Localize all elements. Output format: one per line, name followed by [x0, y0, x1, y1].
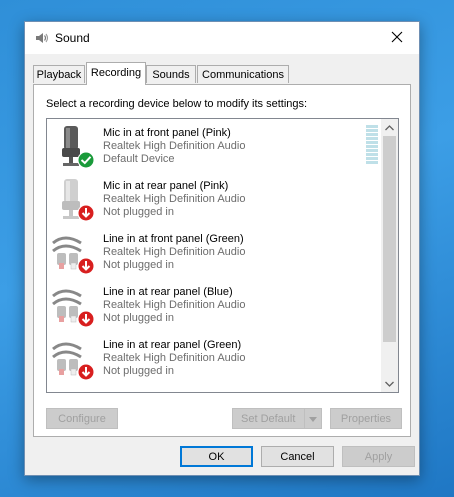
- device-item[interactable]: Line in at front panel (Green) Realtek H…: [51, 227, 361, 280]
- device-item[interactable]: Mic in at rear panel (Pink) Realtek High…: [51, 174, 361, 227]
- scroll-up-button[interactable]: [381, 119, 398, 136]
- scroll-down-button[interactable]: [381, 375, 398, 392]
- tab-recording[interactable]: Recording: [86, 62, 146, 85]
- device-item[interactable]: Line in at rear panel (Blue) Realtek Hig…: [51, 280, 361, 333]
- unplugged-badge-icon: [77, 310, 95, 331]
- device-name: Line in at rear panel (Green): [103, 339, 242, 351]
- device-driver: Realtek High Definition Audio: [103, 140, 246, 152]
- unplugged-badge-icon: [77, 204, 95, 225]
- device-status: Not plugged in: [103, 206, 174, 218]
- speaker-icon: [33, 30, 49, 46]
- set-default-dropdown[interactable]: [304, 409, 321, 428]
- device-status: Not plugged in: [103, 259, 174, 271]
- apply-button[interactable]: Apply: [342, 446, 415, 467]
- configure-button[interactable]: Configure: [46, 408, 118, 429]
- device-name: Mic in at front panel (Pink): [103, 127, 231, 139]
- device-driver: Realtek High Definition Audio: [103, 299, 246, 311]
- unplugged-badge-icon: [77, 257, 95, 278]
- chevron-down-icon: [309, 413, 317, 425]
- device-status: Not plugged in: [103, 365, 174, 377]
- scroll-thumb[interactable]: [383, 136, 396, 342]
- device-driver: Realtek High Definition Audio: [103, 352, 246, 364]
- close-icon: [391, 31, 403, 46]
- chevron-up-icon: [385, 122, 394, 134]
- device-list[interactable]: Mic in at front panel (Pink) Realtek Hig…: [46, 118, 399, 393]
- vertical-scrollbar[interactable]: [381, 119, 398, 392]
- device-item[interactable]: Mic in at front panel (Pink) Realtek Hig…: [51, 121, 378, 174]
- properties-button[interactable]: Properties: [330, 408, 402, 429]
- sound-dialog: Sound Playback Recording Sounds Communic…: [24, 21, 420, 476]
- device-status: Default Device: [103, 153, 175, 165]
- device-status: Not plugged in: [103, 312, 174, 324]
- tab-playback[interactable]: Playback: [33, 65, 85, 83]
- device-driver: Realtek High Definition Audio: [103, 246, 246, 258]
- ok-button[interactable]: OK: [180, 446, 253, 467]
- recording-panel: Select a recording device below to modif…: [33, 84, 411, 437]
- close-button[interactable]: [375, 22, 419, 54]
- title-bar[interactable]: Sound: [25, 22, 419, 54]
- chevron-down-icon: [385, 378, 394, 390]
- device-name: Line in at rear panel (Blue): [103, 286, 233, 298]
- device-name: Mic in at rear panel (Pink): [103, 180, 229, 192]
- unplugged-badge-icon: [77, 363, 95, 384]
- set-default-label: Set Default: [241, 412, 296, 425]
- cancel-button[interactable]: Cancel: [261, 446, 334, 467]
- device-driver: Realtek High Definition Audio: [103, 193, 246, 205]
- tab-communications[interactable]: Communications: [197, 65, 289, 83]
- device-item[interactable]: Line in at rear panel (Green) Realtek Hi…: [51, 333, 361, 386]
- device-name: Line in at front panel (Green): [103, 233, 244, 245]
- window-title: Sound: [55, 31, 90, 45]
- level-meter: [366, 125, 378, 165]
- set-default-button[interactable]: Set Default: [232, 408, 322, 429]
- instruction-text: Select a recording device below to modif…: [46, 98, 308, 110]
- check-badge-icon: [77, 151, 95, 172]
- tab-sounds[interactable]: Sounds: [146, 65, 196, 83]
